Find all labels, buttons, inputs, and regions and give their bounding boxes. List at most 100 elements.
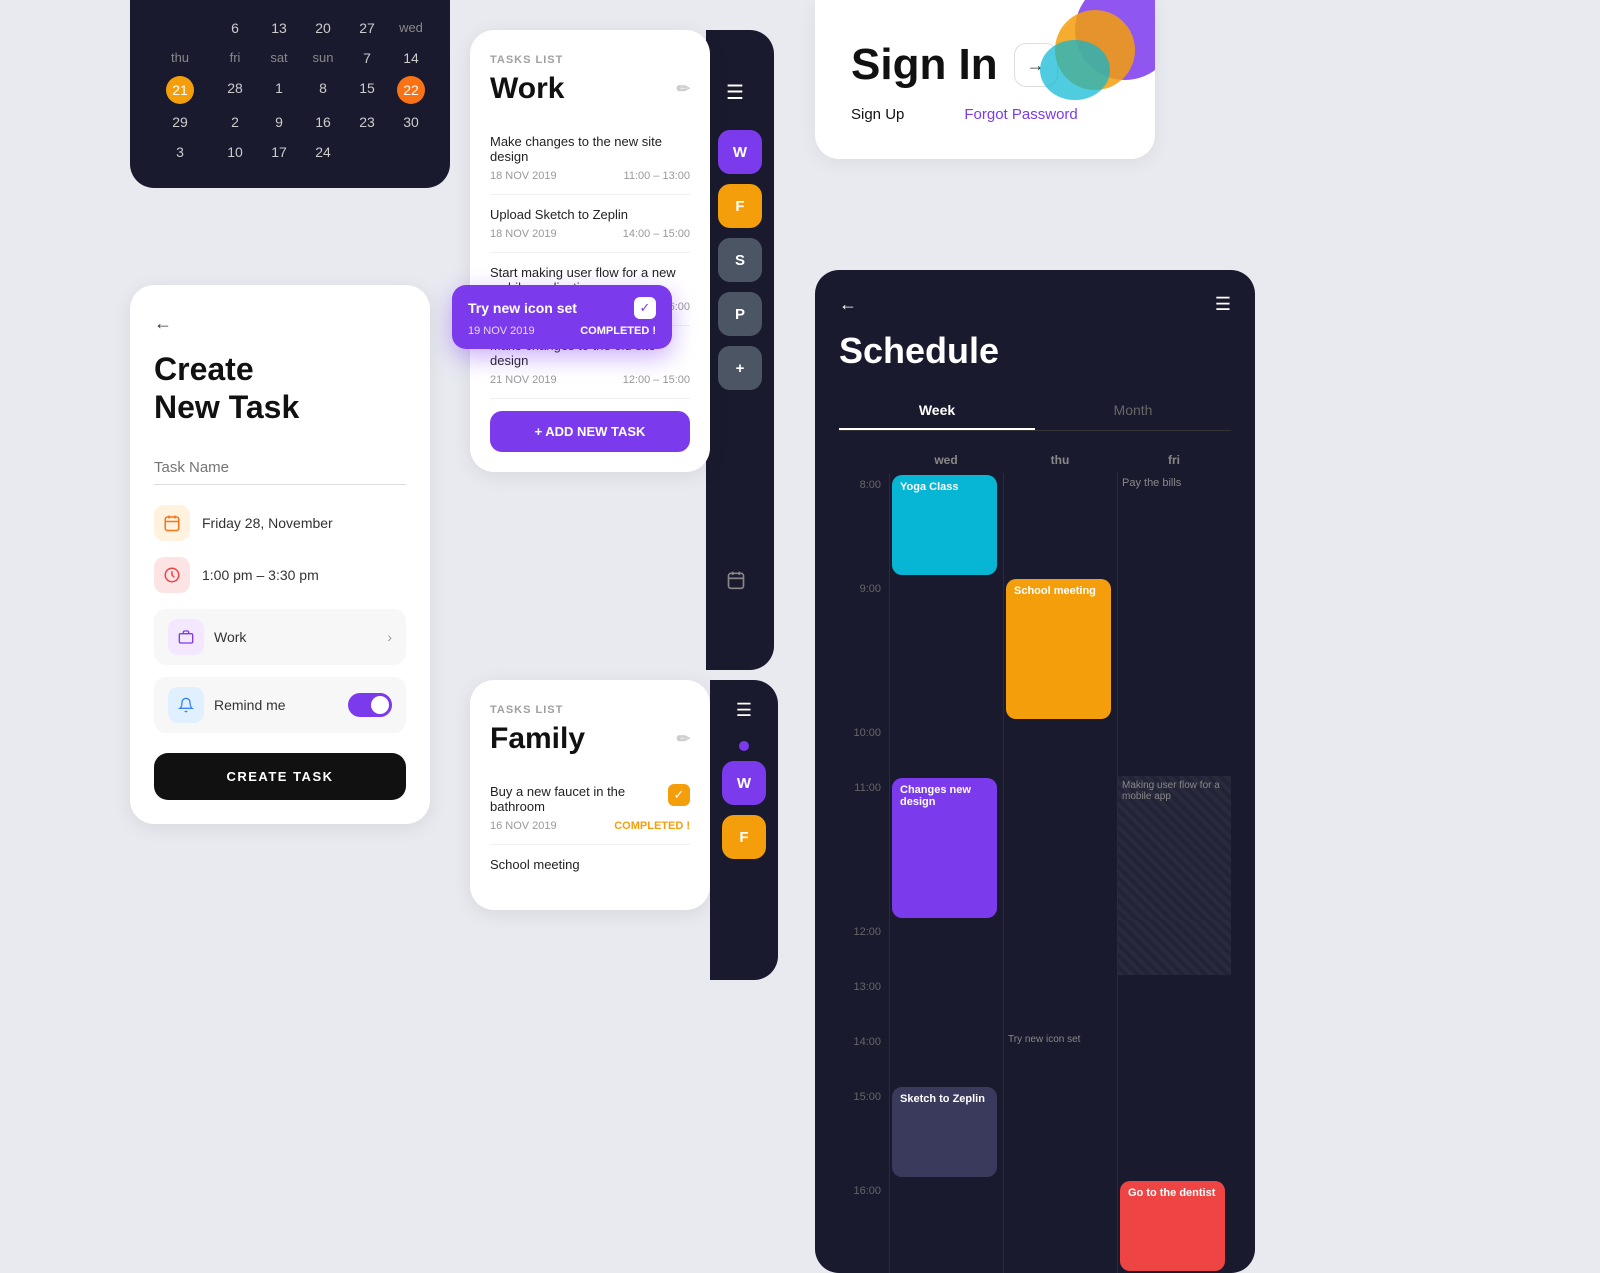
cal-num[interactable]: 9: [260, 110, 298, 134]
popup-top: Try new icon set ✓: [468, 297, 656, 319]
category-left: Work: [168, 619, 246, 655]
family-sidebar-w[interactable]: W: [722, 761, 766, 805]
cal-num[interactable]: 24: [304, 140, 342, 164]
schedule-cell: School meeting: [1003, 577, 1117, 721]
cal-num[interactable]: 28: [216, 76, 254, 104]
tab-month[interactable]: Month: [1035, 392, 1231, 430]
remind-icon: [168, 687, 204, 723]
cal-num[interactable]: 3: [150, 140, 210, 164]
cal-num[interactable]: 7: [348, 46, 386, 70]
sidebar-item-s[interactable]: S: [718, 238, 762, 282]
schedule-cell: [1003, 1179, 1117, 1273]
category-row[interactable]: Work ›: [154, 609, 406, 665]
task-title: Upload Sketch to Zeplin: [490, 207, 690, 222]
family-menu-icon[interactable]: ☰: [736, 700, 752, 721]
family-sidebar: ☰ W F: [710, 680, 778, 980]
event-yoga[interactable]: Yoga Class: [892, 475, 997, 575]
date-row: Friday 28, November: [154, 505, 406, 541]
task-date: 21 NOV 2019: [490, 374, 557, 386]
sidebar-dots: W F S P +: [718, 130, 762, 390]
bathroom-check-icon: ✓: [668, 784, 690, 806]
cal-num[interactable]: 30: [392, 110, 430, 134]
cal-num[interactable]: 8: [304, 76, 342, 104]
signin-widget: Sign In → Sign Up Forgot Password: [815, 0, 1155, 159]
schedule-back-button[interactable]: ←: [839, 294, 857, 315]
tasks-work-title: Work ✏: [490, 72, 690, 106]
event-changes-design[interactable]: Changes new design: [892, 778, 997, 918]
event-sketch-zeplin[interactable]: Sketch to Zeplin: [892, 1087, 997, 1177]
category-label: Work: [214, 629, 246, 645]
cal-num[interactable]: 17: [260, 140, 298, 164]
cal-num[interactable]: 10: [216, 140, 254, 164]
time-1100: 11:00: [839, 776, 889, 920]
family-sidebar-f[interactable]: F: [722, 815, 766, 859]
schedule-grid: wed thu fri 8:00 Yoga Class Pay the bill…: [839, 447, 1231, 1273]
task-title: Make changes to the new site design: [490, 134, 690, 164]
cal-empty: [150, 16, 210, 40]
schedule-cell: [1117, 577, 1231, 721]
cal-num: 13: [260, 16, 298, 40]
task-time: 12:00 – 15:00: [623, 374, 690, 386]
sidebar-item-f[interactable]: F: [718, 184, 762, 228]
schedule-cell: [1117, 1085, 1231, 1179]
edit-icon[interactable]: ✏: [677, 79, 690, 99]
schedule-col-fri: fri: [1117, 447, 1231, 473]
schedule-cell: [889, 975, 1003, 1030]
time-900: 9:00: [839, 577, 889, 721]
task-item-school: School meeting: [490, 845, 690, 890]
sidebar-calendar-icon[interactable]: [726, 570, 746, 596]
cal-num[interactable]: 16: [304, 110, 342, 134]
add-task-button[interactable]: + ADD NEW TASK: [490, 411, 690, 452]
schedule-cell: [889, 721, 1003, 776]
cal-num[interactable]: 23: [348, 110, 386, 134]
cal-num: 20: [304, 16, 342, 40]
schedule-cell-hatch: [1117, 920, 1231, 975]
cal-num[interactable]: 2: [216, 110, 254, 134]
time-1000: 10:00: [839, 721, 889, 776]
cal-today[interactable]: 21: [166, 76, 194, 104]
event-pay-bills[interactable]: Pay the bills: [1122, 477, 1227, 489]
category-icon: [168, 619, 204, 655]
back-button[interactable]: ←: [154, 313, 406, 334]
remind-toggle[interactable]: [348, 693, 392, 717]
sidebar-item-add[interactable]: +: [718, 346, 762, 390]
event-try-icon[interactable]: Try new icon set: [1008, 1034, 1113, 1045]
task-time: 14:00 – 15:00: [623, 228, 690, 240]
sidebar-item-p[interactable]: P: [718, 292, 762, 336]
cal-num[interactable]: 1: [260, 76, 298, 104]
event-school-meeting[interactable]: School meeting: [1006, 579, 1111, 719]
date-label: Friday 28, November: [202, 515, 333, 531]
cal-num[interactable]: 14: [392, 46, 430, 70]
create-task-button[interactable]: CREATE TASK: [154, 753, 406, 800]
signin-signup-link[interactable]: Sign Up: [851, 106, 904, 123]
tab-week[interactable]: Week: [839, 392, 1035, 430]
schedule-cell: [889, 1179, 1003, 1273]
schedule-menu-icon[interactable]: ☰: [1215, 294, 1231, 315]
family-dot-indicator: [739, 741, 749, 751]
chevron-right-icon: ›: [387, 629, 392, 645]
schedule-widget: ← ☰ Schedule Week Month wed thu fri 8:00…: [815, 270, 1255, 1273]
schedule-cell: [1003, 975, 1117, 1030]
calendar-grid: 6 13 20 27 wed thu fri sat sun 7 14 21 2…: [150, 16, 430, 164]
task-meta: 18 NOV 2019 11:00 – 13:00: [490, 170, 690, 182]
schedule-cell: [889, 1030, 1003, 1085]
task-name-input[interactable]: [154, 451, 406, 485]
cal-highlight[interactable]: 22: [397, 76, 425, 104]
event-dentist[interactable]: Go to the dentist: [1120, 1181, 1225, 1271]
task-item: Upload Sketch to Zeplin 18 NOV 2019 14:0…: [490, 195, 690, 253]
sidebar-item-w[interactable]: W: [718, 130, 762, 174]
family-edit-icon[interactable]: ✏: [677, 729, 690, 749]
remind-left: Remind me: [168, 687, 286, 723]
cal-num[interactable]: 29: [150, 110, 210, 134]
schedule-header-empty: [839, 447, 889, 473]
schedule-tabs: Week Month: [839, 392, 1231, 431]
sidebar-menu-icon[interactable]: ☰: [726, 80, 744, 105]
popup-check-icon: ✓: [634, 297, 656, 319]
task-date: 18 NOV 2019: [490, 228, 557, 240]
time-1600: 16:00: [839, 1179, 889, 1273]
event-user-flow[interactable]: Making user flow for a mobile app: [1122, 780, 1227, 802]
schedule-cell: [1003, 920, 1117, 975]
time-icon: [154, 557, 190, 593]
schedule-cell: [1003, 1085, 1117, 1179]
cal-num[interactable]: 15: [348, 76, 386, 104]
